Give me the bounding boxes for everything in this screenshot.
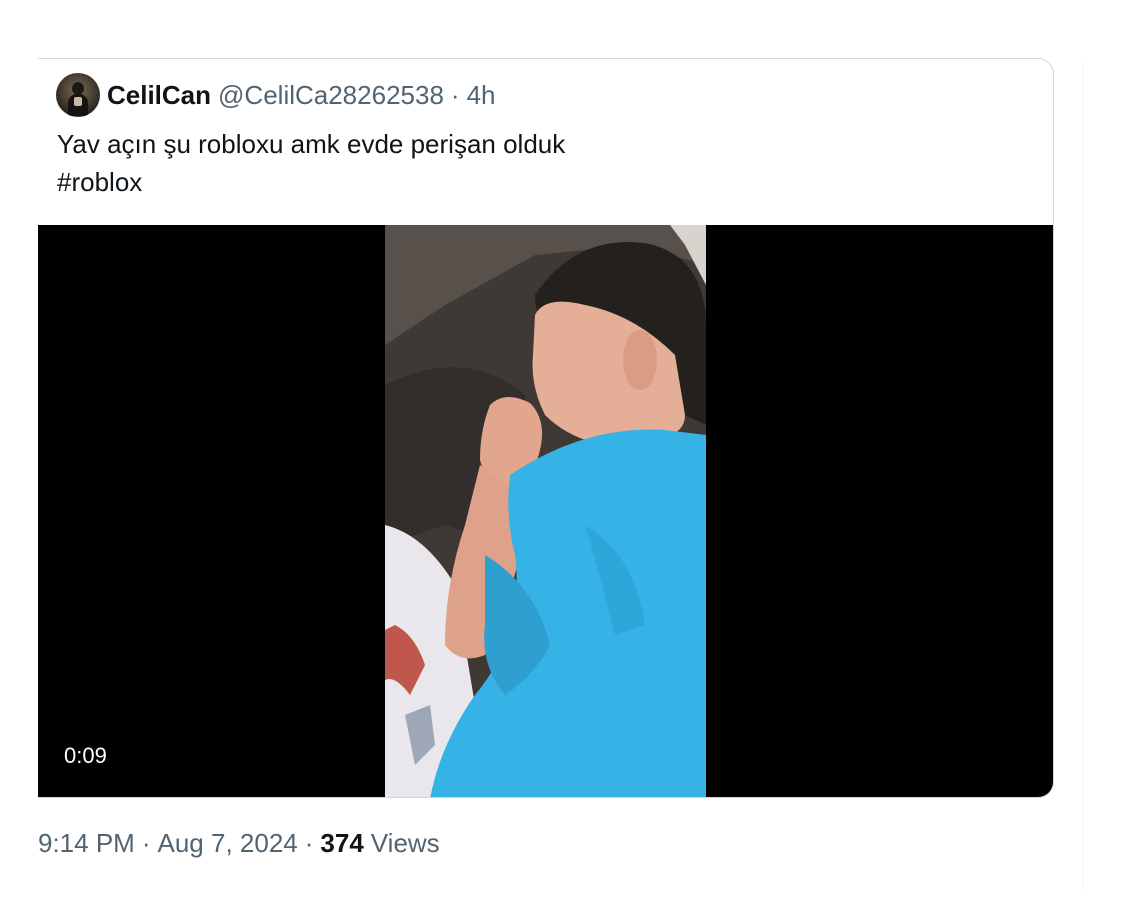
video-player[interactable]: 0:09 [38, 225, 1053, 797]
avatar[interactable] [56, 73, 100, 117]
tweet-time[interactable]: 9:14 PM [38, 828, 135, 859]
author-handle[interactable]: @CelilCa28262538 [218, 80, 444, 111]
video-frame [385, 225, 706, 797]
relative-timestamp[interactable]: 4h [467, 80, 496, 111]
tweet-text: Yav açın şu robloxu amk evde perişan old… [57, 125, 565, 201]
video-duration-badge: 0:09 [64, 743, 107, 768]
column-divider [1083, 62, 1084, 890]
tweet-text-line: Yav açın şu robloxu amk evde perişan old… [57, 129, 566, 159]
video-still-image [385, 225, 706, 797]
views-count[interactable]: 374 [320, 828, 363, 859]
quoted-tweet-card[interactable]: CelilCan @CelilCa28262538 · 4h Yav açın … [38, 58, 1054, 798]
footer-separator: · [304, 828, 314, 858]
author-display-name[interactable]: CelilCan [107, 80, 211, 111]
footer-separator: · [141, 828, 151, 858]
avatar-figure-highlight [74, 97, 82, 106]
tweet-detail-view: CelilCan @CelilCa28262538 · 4h Yav açın … [0, 0, 1130, 908]
quoted-tweet-header: CelilCan @CelilCa28262538 · 4h [56, 73, 496, 117]
views-label[interactable]: Views [371, 828, 440, 859]
tweet-date[interactable]: Aug 7, 2024 [158, 828, 298, 859]
header-separator: · [450, 79, 460, 110]
tweet-metadata-footer: 9:14 PM · Aug 7, 2024 · 374 Views [38, 828, 440, 859]
hashtag-link[interactable]: #roblox [57, 167, 142, 197]
